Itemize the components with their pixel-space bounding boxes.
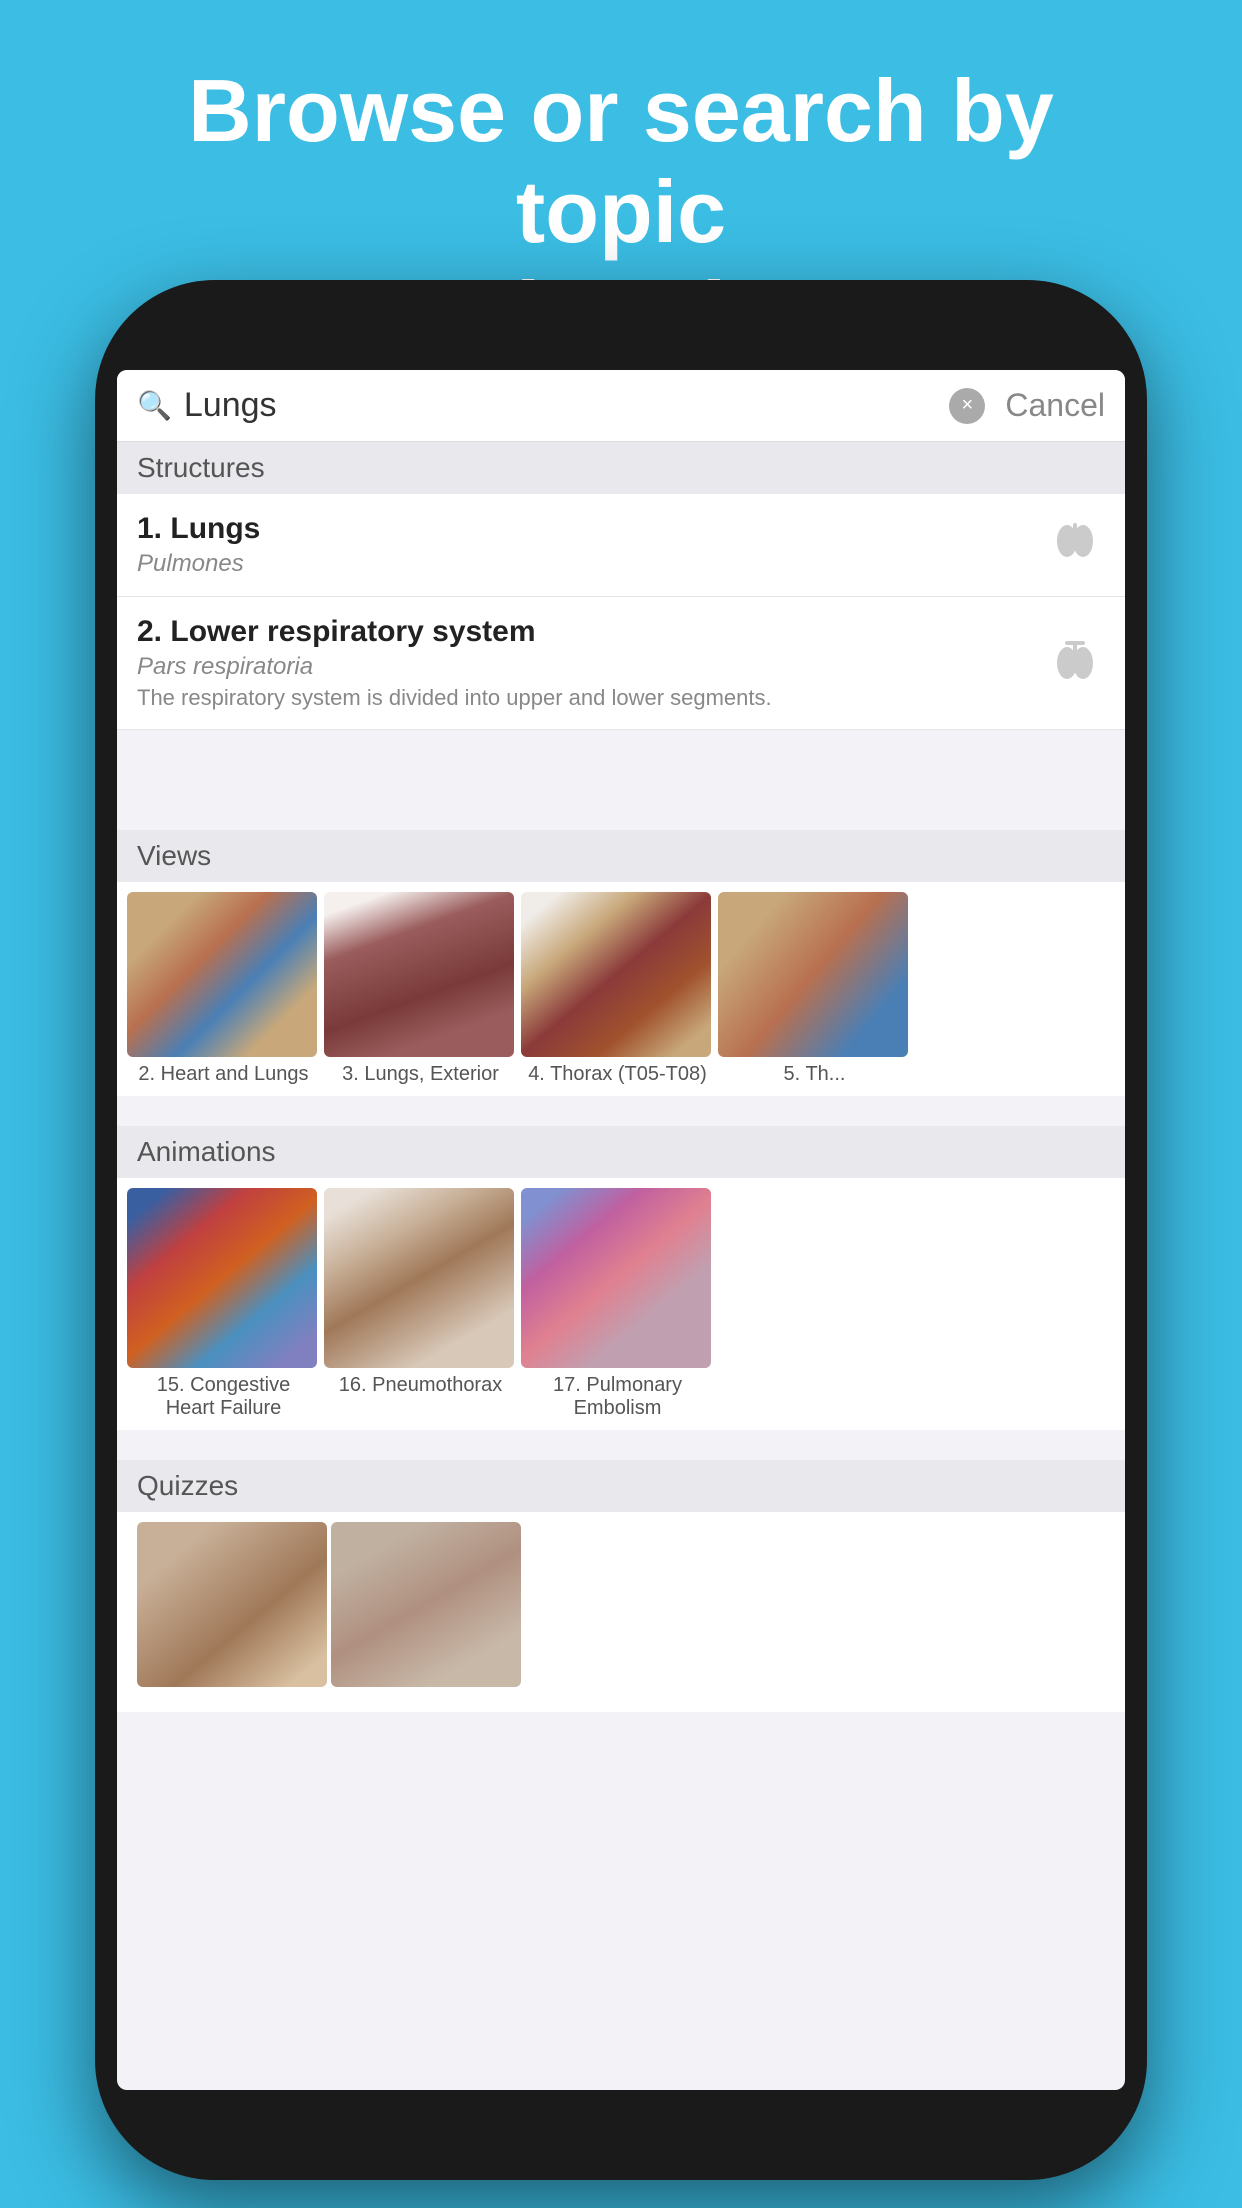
structure-text-1: 1. Lungs Pulmones (137, 512, 260, 578)
structure-icon-2 (1045, 631, 1105, 696)
structure-item-2[interactable]: 2. Lower respiratory system Pars respira… (117, 597, 1125, 730)
anim-label-16: 16. Pneumothorax (324, 1374, 517, 1397)
search-query[interactable]: Lungs (184, 386, 950, 425)
view-label-4: 4. Thorax (T05-T08) (521, 1063, 714, 1086)
view-card-4[interactable]: 4. Thorax (T05-T08) (521, 892, 714, 1086)
anim-label-15: 15. Congestive Heart Failure (127, 1374, 320, 1420)
spacer (117, 730, 1125, 830)
anim-card-17[interactable]: 17. Pulmonary Embolism (521, 1188, 714, 1420)
cancel-button[interactable]: Cancel (1005, 387, 1105, 424)
structures-header: Structures (117, 442, 1125, 494)
quizzes-section (117, 1512, 1125, 1712)
view-label-3: 3. Lungs, Exterior (324, 1063, 517, 1086)
phone-frame: 🔍 Lungs × Cancel Structures 1. Lungs Pul… (95, 280, 1147, 2180)
view-card-3[interactable]: 3. Lungs, Exterior (324, 892, 517, 1086)
anim-img-17 (521, 1188, 711, 1368)
view-label-2: 2. Heart and Lungs (127, 1063, 320, 1086)
anim-card-16[interactable]: 16. Pneumothorax (324, 1188, 517, 1420)
structure-desc-2: The respiratory system is divided into u… (137, 685, 772, 711)
structure-latin-1: Pulmones (137, 550, 260, 578)
anim-card-15[interactable]: 15. Congestive Heart Failure (127, 1188, 320, 1420)
view-img-4 (521, 892, 711, 1057)
view-label-5: 5. Th... (718, 1063, 911, 1086)
quizzes-header: Quizzes (117, 1460, 1125, 1512)
view-img-2 (127, 892, 317, 1057)
anim-img-16 (324, 1188, 514, 1368)
spacer2 (117, 1096, 1125, 1126)
view-img-3 (324, 892, 514, 1057)
animations-header: Animations (117, 1126, 1125, 1178)
view-img-5 (718, 892, 908, 1057)
structure-title-1: 1. Lungs (137, 512, 260, 546)
views-scroll: 2. Heart and Lungs 3. Lungs, Exterior 4.… (117, 882, 1125, 1096)
quiz-card-1[interactable] (137, 1522, 327, 1687)
structure-item-1[interactable]: 1. Lungs Pulmones (117, 494, 1125, 597)
phone-screen: 🔍 Lungs × Cancel Structures 1. Lungs Pul… (117, 370, 1125, 2090)
view-card-5[interactable]: 5. Th... (718, 892, 911, 1086)
search-icon: 🔍 (137, 389, 172, 422)
quiz-card-2[interactable] (331, 1522, 521, 1687)
structure-title-2: 2. Lower respiratory system (137, 615, 772, 649)
anim-img-15 (127, 1188, 317, 1368)
animations-scroll: 15. Congestive Heart Failure 16. Pneumot… (117, 1178, 1125, 1430)
structure-latin-2: Pars respiratoria (137, 653, 772, 681)
anim-label-17: 17. Pulmonary Embolism (521, 1374, 714, 1420)
view-card-2[interactable]: 2. Heart and Lungs (127, 892, 320, 1086)
clear-button[interactable]: × (949, 388, 985, 424)
views-header: Views (117, 830, 1125, 882)
header-line1: Browse or search by topic (80, 60, 1162, 262)
search-bar: 🔍 Lungs × Cancel (117, 370, 1125, 442)
spacer3 (117, 1430, 1125, 1460)
structure-icon-1 (1045, 513, 1105, 578)
structure-text-2: 2. Lower respiratory system Pars respira… (137, 615, 772, 711)
